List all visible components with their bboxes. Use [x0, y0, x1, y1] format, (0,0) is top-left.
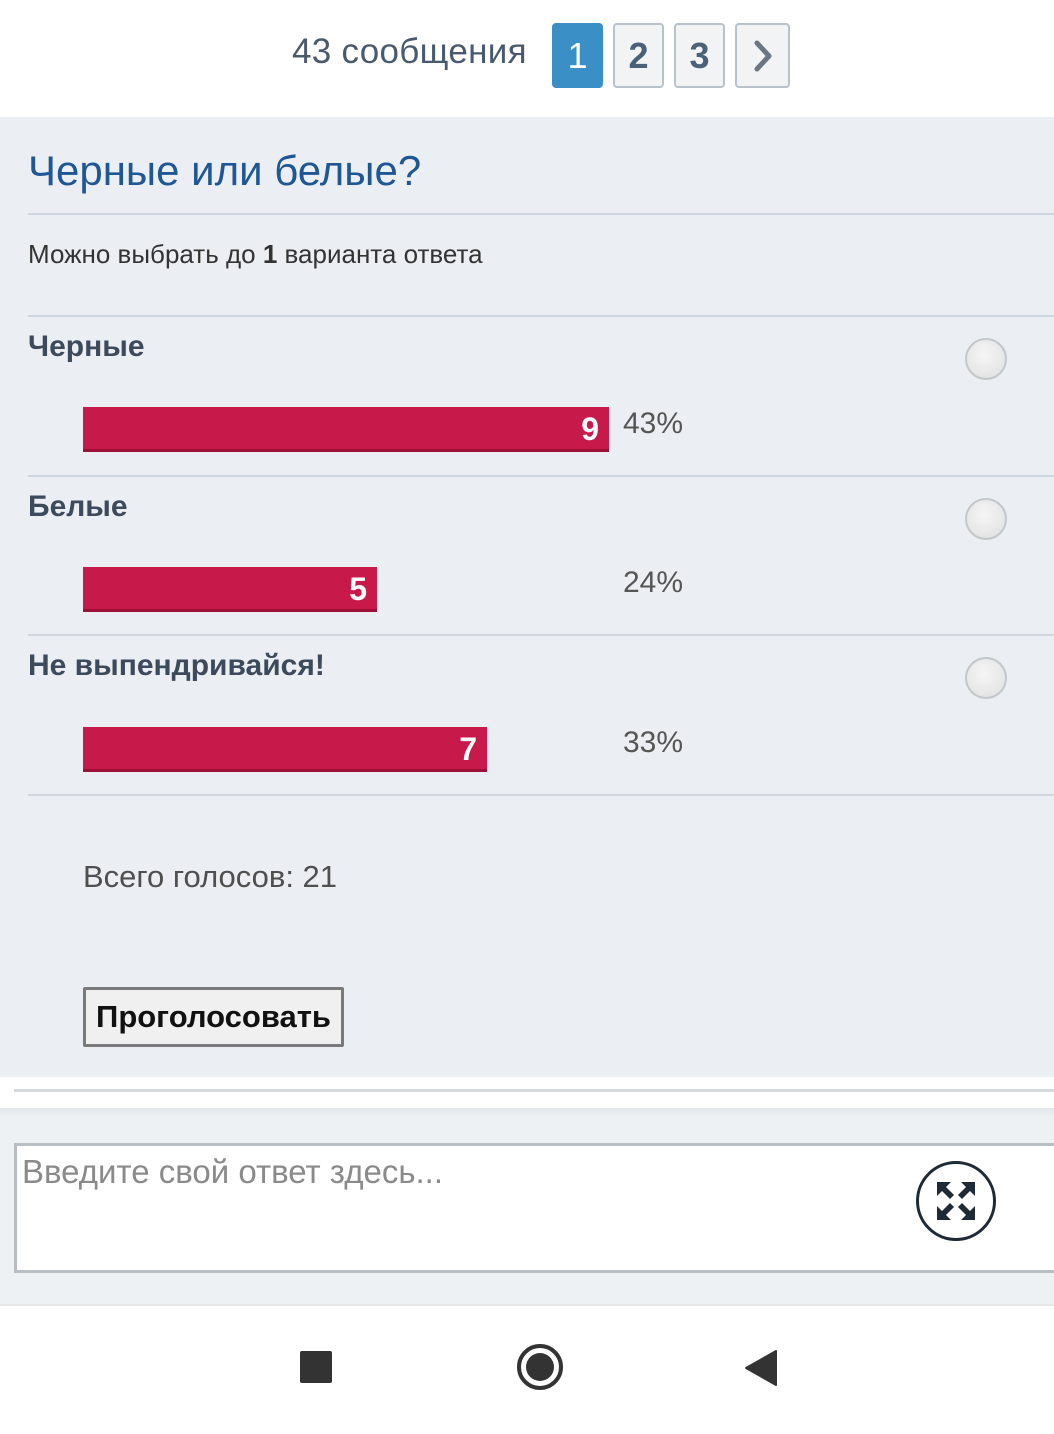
- divider: [14, 1089, 1054, 1092]
- option-label-other: Не выпендривайся!: [28, 649, 325, 682]
- message-count: 43 сообщения: [292, 32, 527, 71]
- vote-button[interactable]: Проголосовать: [83, 987, 344, 1047]
- result-percent-other: 33%: [623, 726, 684, 759]
- option-radio-white[interactable]: [965, 498, 1007, 540]
- total-votes: Всего голосов: 21: [83, 859, 338, 894]
- hint-number: 1: [262, 239, 278, 269]
- divider: [0, 1108, 1054, 1118]
- expand-button[interactable]: [916, 1161, 996, 1241]
- option-label-white: Белые: [28, 490, 128, 523]
- page-3-button[interactable]: 3: [674, 23, 725, 88]
- pagination: 43 сообщения 1 2 3: [0, 0, 1054, 117]
- result-bar-other: 7: [83, 727, 487, 772]
- chevron-right-icon: [754, 40, 771, 71]
- triangle-back-icon[interactable]: [744, 1349, 778, 1387]
- poll-title: Черные или белые?: [28, 147, 422, 194]
- option-label-black: Черные: [28, 330, 145, 363]
- result-percent-white: 24%: [623, 566, 684, 599]
- result-percent-black: 43%: [623, 407, 684, 440]
- page-2-button[interactable]: 2: [613, 23, 664, 88]
- next-page-button[interactable]: [735, 23, 790, 88]
- divider: [28, 475, 1054, 477]
- expand-icon: [937, 1182, 975, 1220]
- divider: [28, 315, 1054, 317]
- option-radio-black[interactable]: [965, 338, 1007, 380]
- circle-icon[interactable]: [516, 1343, 564, 1391]
- divider: [28, 213, 1054, 215]
- hint-suffix: варианта ответа: [277, 239, 483, 269]
- poll-panel: Черные или белые? Можно выбрать до 1 вар…: [0, 117, 1054, 1077]
- option-radio-other[interactable]: [965, 657, 1007, 699]
- poll-hint: Можно выбрать до 1 варианта ответа: [28, 239, 483, 270]
- result-bar-white: 5: [83, 567, 377, 612]
- hint-prefix: Можно выбрать до: [28, 239, 263, 269]
- divider: [28, 634, 1054, 636]
- result-bar-black: 9: [83, 407, 609, 452]
- divider: [28, 794, 1054, 796]
- reply-placeholder: Введите свой ответ здесь...: [22, 1153, 444, 1190]
- square-icon[interactable]: [300, 1351, 332, 1383]
- page-1-button[interactable]: 1: [552, 23, 603, 88]
